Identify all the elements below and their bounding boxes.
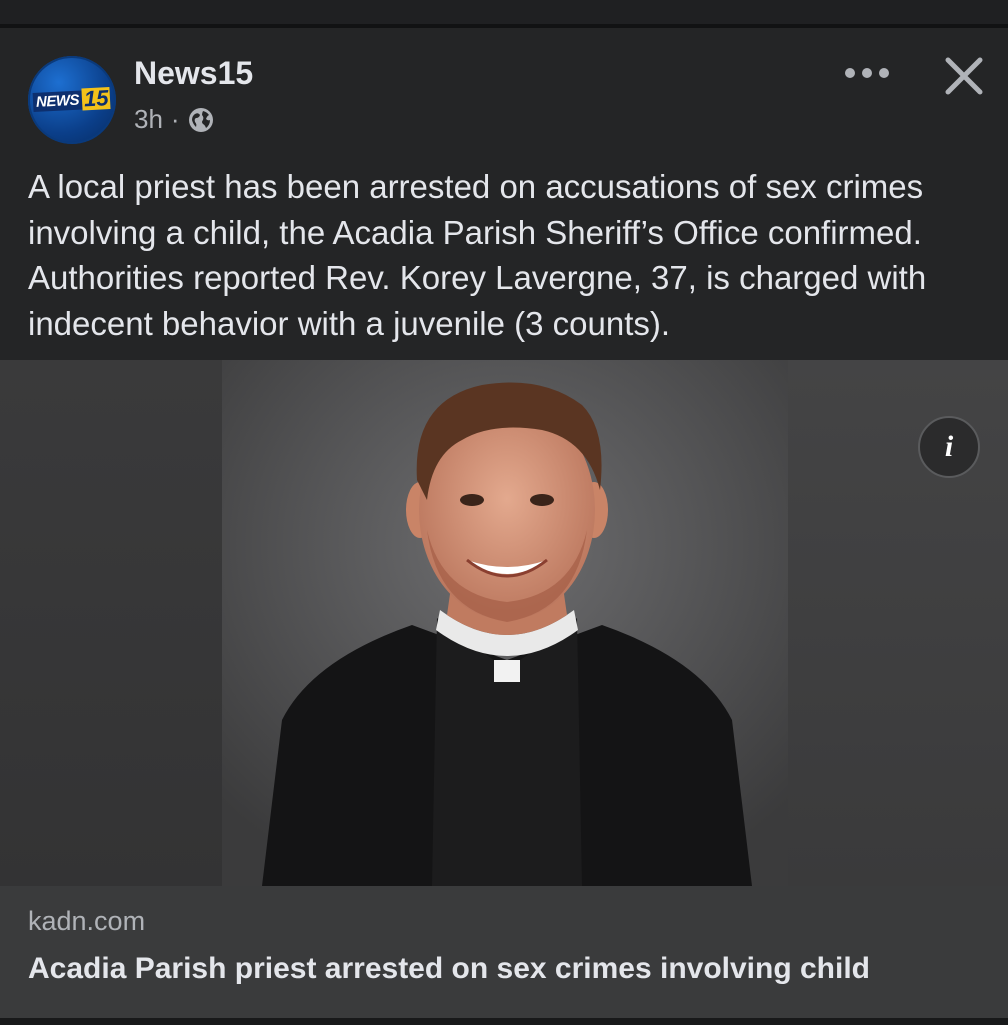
- logo-number: 15: [81, 85, 112, 112]
- more-dots-icon: [845, 68, 889, 78]
- close-icon: [945, 57, 983, 95]
- news15-logo: NEWS 15: [32, 85, 112, 113]
- post-card: NEWS 15 News15 3h · A local priest has b…: [0, 28, 1008, 1018]
- link-preview-image[interactable]: [0, 360, 1008, 886]
- meta-separator: ·: [170, 104, 180, 134]
- info-button[interactable]: i: [918, 416, 980, 478]
- post-caption: A local priest has been arrested on accu…: [28, 168, 927, 342]
- info-icon: i: [944, 430, 954, 463]
- top-bar: [0, 0, 1008, 28]
- priest-portrait-image: [222, 360, 788, 886]
- close-button[interactable]: [936, 48, 992, 104]
- link-domain: kadn.com: [28, 906, 146, 936]
- image-blur-left: [0, 360, 222, 886]
- logo-word: NEWS: [32, 89, 83, 112]
- link-headline[interactable]: Acadia Parish priest arrested on sex cri…: [28, 952, 988, 986]
- page-name-link[interactable]: News15: [134, 55, 253, 92]
- page-avatar[interactable]: NEWS 15: [28, 56, 116, 144]
- post-meta: 3h ·: [134, 104, 214, 135]
- link-preview-box[interactable]: kadn.com Acadia Parish priest arrested o…: [0, 886, 1008, 1018]
- more-options-button[interactable]: [840, 58, 894, 88]
- post-time[interactable]: 3h: [134, 104, 163, 135]
- globe-icon: [188, 107, 213, 132]
